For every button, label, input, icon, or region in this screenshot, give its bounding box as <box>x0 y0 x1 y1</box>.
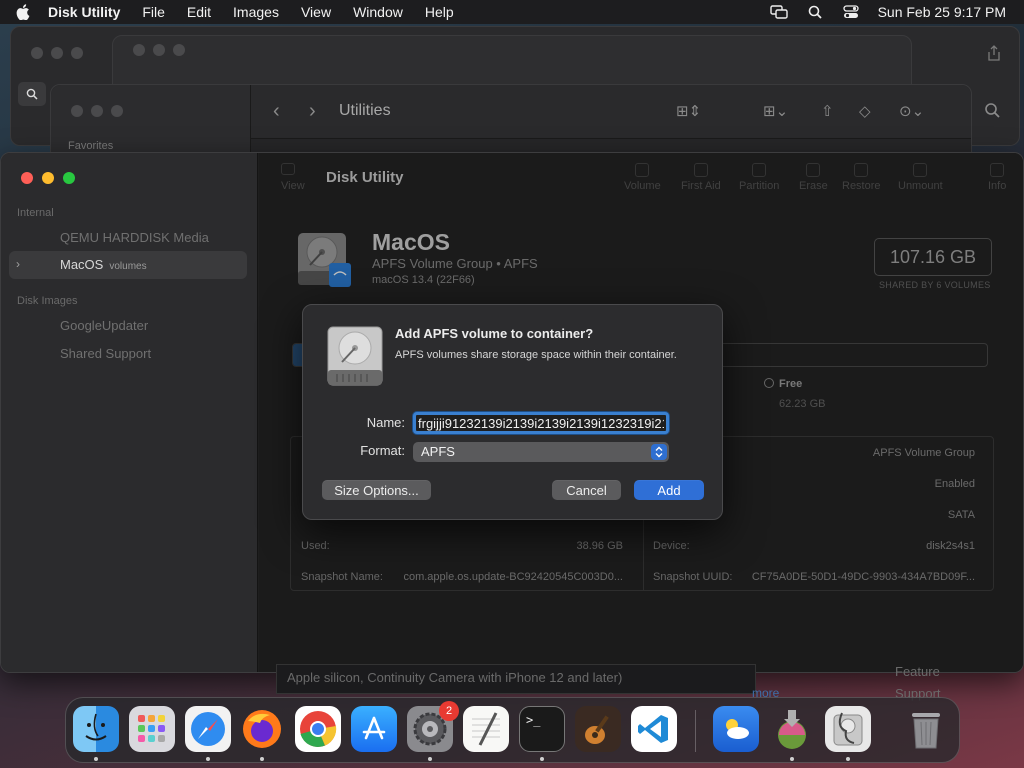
menu-images[interactable]: Images <box>233 4 279 20</box>
menu-bar: Disk Utility File Edit Images View Windo… <box>0 0 1024 24</box>
zoom-button[interactable] <box>63 172 75 184</box>
spotlight-search-icon[interactable] <box>806 5 824 19</box>
format-label: Format: <box>360 443 405 458</box>
sidebar-item-shared-support[interactable]: Shared Support <box>60 346 151 361</box>
window-dot <box>153 44 165 56</box>
name-label: Name: <box>366 415 405 430</box>
running-indicator <box>846 757 850 761</box>
menu-window[interactable]: Window <box>353 4 403 20</box>
search-icon[interactable] <box>984 102 1000 122</box>
tag-icon[interactable]: ◇ <box>859 102 871 120</box>
dock-finder-icon[interactable] <box>73 706 119 752</box>
dock-weather-icon[interactable] <box>713 706 759 752</box>
finder-title: Utilities <box>339 102 391 119</box>
grid-view-icon[interactable]: ⊞⇕ <box>676 102 701 120</box>
minimize-button[interactable] <box>42 172 54 184</box>
dock-separator <box>695 710 696 752</box>
window-dot <box>133 44 145 56</box>
back-icon[interactable]: ‹ <box>273 100 280 123</box>
dock-firefox-icon[interactable] <box>239 706 285 752</box>
forward-icon[interactable]: › <box>309 100 316 123</box>
notification-badge: 2 <box>439 701 459 721</box>
chevron-up-down-icon <box>651 444 667 460</box>
chevron-right-icon[interactable]: › <box>16 257 20 271</box>
screen-mirroring-icon[interactable] <box>769 5 788 19</box>
window-dot <box>71 105 83 117</box>
menu-app-name[interactable]: Disk Utility <box>48 4 120 20</box>
dock-safari-icon[interactable] <box>185 706 231 752</box>
dock-vscode-icon[interactable] <box>631 706 677 752</box>
hard-drive-icon <box>327 326 383 386</box>
dock-terminal-icon[interactable]: >_ <box>519 706 565 752</box>
menu-help[interactable]: Help <box>425 4 454 20</box>
feature-label: Feature <box>895 664 940 679</box>
running-indicator <box>428 757 432 761</box>
window-dot <box>31 47 43 59</box>
dock-textedit-icon[interactable] <box>463 706 509 752</box>
window-dot <box>111 105 123 117</box>
finder-favorites-label: Favorites <box>68 140 114 152</box>
sidebar-section-internal: Internal <box>17 207 54 219</box>
share-icon <box>987 45 1001 64</box>
size-options-button[interactable]: Size Options... <box>322 480 431 500</box>
dock-app-store-icon[interactable] <box>351 706 397 752</box>
search-icon <box>18 82 46 106</box>
running-indicator <box>206 757 210 761</box>
sidebar: Internal QEMU HARDDISK Media › MacOS volu… <box>1 153 258 672</box>
group-icon[interactable]: ⊞⌄ <box>763 102 788 120</box>
format-select[interactable]: APFS <box>413 442 669 462</box>
add-button[interactable]: Add <box>634 480 704 500</box>
dock-garageband-icon[interactable] <box>575 706 621 752</box>
sidebar-section-disk-images: Disk Images <box>17 295 78 307</box>
background-window-strip: Apple silicon, Continuity Camera with iP… <box>276 664 756 694</box>
more-actions-icon[interactable]: ⊙⌄ <box>899 102 924 120</box>
dock-chrome-icon[interactable] <box>295 706 341 752</box>
background-text: Apple silicon, Continuity Camera with iP… <box>287 670 623 685</box>
window-dot <box>173 44 185 56</box>
running-indicator <box>540 757 544 761</box>
menu-clock[interactable]: Sun Feb 25 9:17 PM <box>878 4 1006 20</box>
add-volume-dialog: Add APFS volume to container? APFS volum… <box>302 304 723 520</box>
dock-macos-installer-icon[interactable] <box>769 706 815 752</box>
running-indicator <box>790 757 794 761</box>
window-dot <box>51 47 63 59</box>
sidebar-item-label: MacOS <box>60 257 104 272</box>
control-center-icon[interactable] <box>842 5 860 19</box>
menu-edit[interactable]: Edit <box>187 4 211 20</box>
finder-toolbar: ‹ › Utilities ⊞⇕ ⊞⌄ ⇧ ◇ ⊙⌄ <box>251 85 1000 139</box>
format-select-value: APFS <box>421 444 455 459</box>
dock-disk-utility-icon[interactable] <box>825 706 871 752</box>
sidebar-item-googleupdater[interactable]: GoogleUpdater <box>60 318 148 333</box>
menu-view[interactable]: View <box>301 4 331 20</box>
sidebar-item-qemu-harddisk[interactable]: QEMU HARDDISK Media <box>60 230 209 245</box>
cancel-button[interactable]: Cancel <box>552 480 621 500</box>
running-indicator <box>94 757 98 761</box>
window-dot <box>91 105 103 117</box>
dock-trash-icon[interactable] <box>903 706 949 752</box>
dock: 2 >_ <box>65 697 960 763</box>
dock-launchpad-icon[interactable] <box>129 706 175 752</box>
volume-name-input[interactable] <box>413 412 669 434</box>
share-icon[interactable]: ⇧ <box>821 102 834 120</box>
dialog-message: APFS volumes share storage space within … <box>395 349 677 361</box>
sidebar-item-sublabel: volumes <box>109 261 147 272</box>
apple-menu-icon[interactable] <box>12 4 34 20</box>
sidebar-item-macos[interactable]: › MacOS volumes <box>9 251 247 279</box>
close-button[interactable] <box>21 172 33 184</box>
window-dot <box>71 47 83 59</box>
menu-file[interactable]: File <box>142 4 165 20</box>
dialog-title: Add APFS volume to container? <box>395 326 594 341</box>
running-indicator <box>260 757 264 761</box>
